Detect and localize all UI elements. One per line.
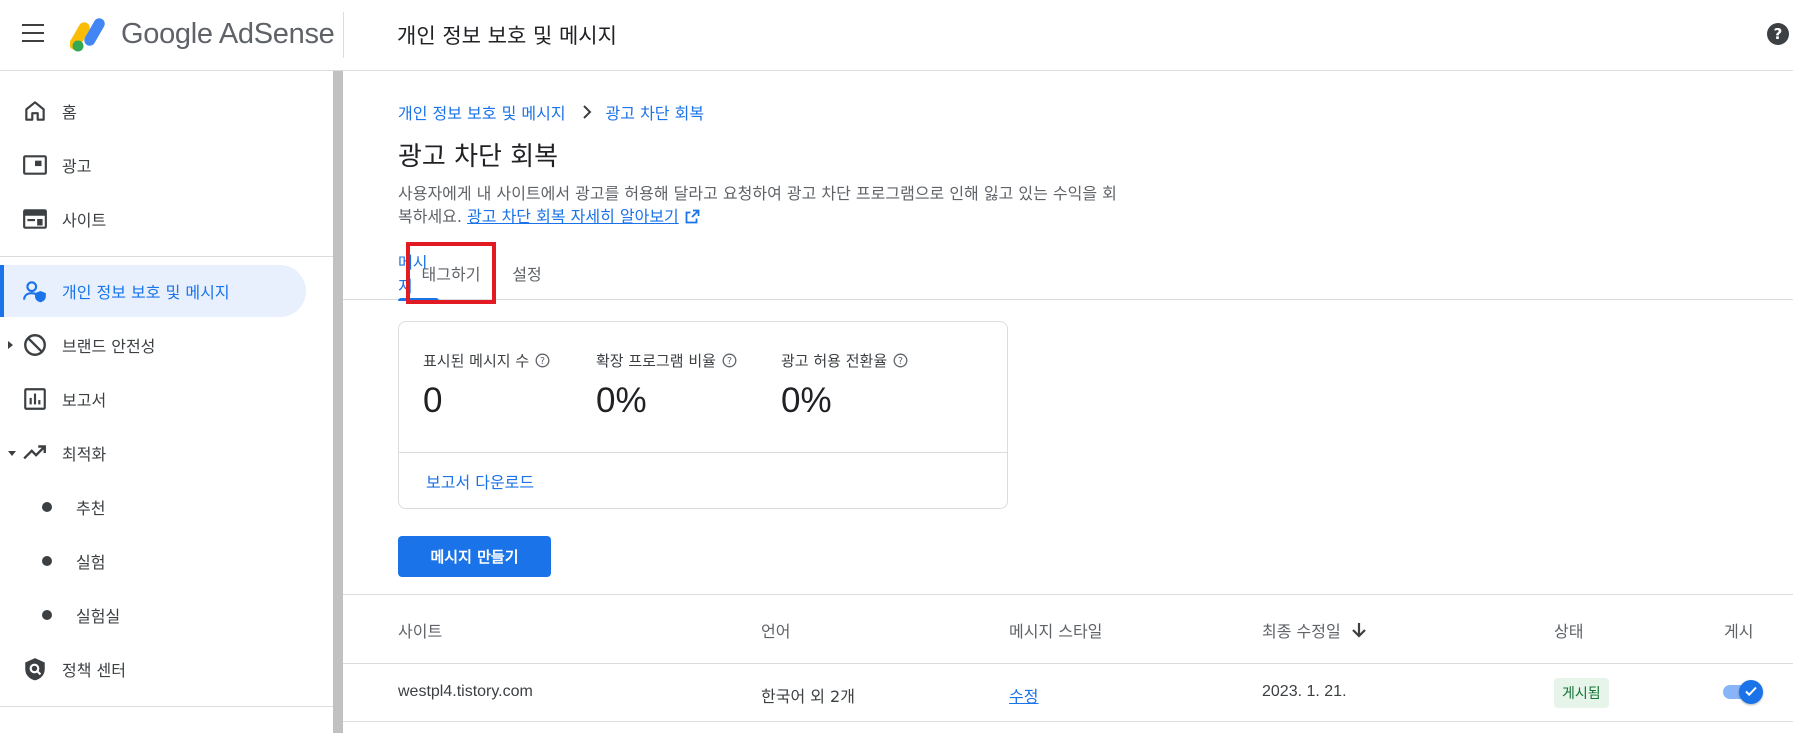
stat-label: 확장 프로그램 비율	[596, 352, 716, 370]
stat-messages-shown: 표시된 메시지 수 ? 0	[423, 350, 550, 421]
sidebar-item-label: 최적화	[62, 445, 107, 464]
cell-last-modified: 2023. 1. 21.	[1262, 683, 1347, 700]
tab-tagging[interactable]: 태그하기	[406, 242, 496, 304]
stat-label: 표시된 메시지 수	[423, 352, 530, 370]
adsense-logo-icon	[70, 18, 105, 52]
sidebar-item-optimization[interactable]: 최적화	[0, 427, 306, 479]
topbar-title: 개인 정보 보호 및 메시지	[397, 24, 617, 48]
help-outline-icon[interactable]: ?	[722, 353, 737, 368]
sidebar: 홈 광고 사이트 개인 정보 보호 및 메시지 브랜드 안전성 보고서 최적화 …	[0, 71, 333, 733]
sidebar-scrollbar-thumb[interactable]	[333, 71, 343, 733]
column-header-last-modified[interactable]: 최종 수정일	[1262, 618, 1369, 642]
breadcrumb-parent-link[interactable]: 개인 정보 보호 및 메시지	[398, 100, 566, 124]
column-header-site[interactable]: 사이트	[398, 618, 442, 642]
sidebar-item-label: 추천	[76, 499, 106, 518]
expand-caret-icon[interactable]	[8, 341, 13, 349]
sidebar-item-label: 사이트	[62, 211, 107, 230]
tab-settings[interactable]: 설정	[504, 246, 550, 300]
top-app-bar: Google AdSense 개인 정보 보호 및 메시지 ?	[0, 0, 1793, 71]
stat-allow-conversion-rate: 광고 허용 전환율 ? 0%	[781, 350, 908, 421]
sidebar-item-policy-center[interactable]: 정책 센터	[0, 643, 306, 695]
create-message-button[interactable]: 메시지 만들기	[398, 536, 551, 577]
trending-up-icon	[23, 445, 46, 460]
cell-message-style: 수정	[1009, 683, 1038, 707]
sidebar-item-label: 실험실	[76, 607, 121, 626]
cell-language: 한국어 외 2개	[761, 687, 855, 706]
breadcrumb: 개인 정보 보호 및 메시지 광고 차단 회복	[398, 100, 704, 124]
sidebar-divider	[0, 706, 333, 707]
column-header-message-style[interactable]: 메시지 스타일	[1009, 618, 1102, 642]
reports-icon	[24, 388, 46, 410]
svg-text:?: ?	[898, 356, 903, 367]
column-header-language[interactable]: 언어	[761, 618, 790, 642]
column-header-status[interactable]: 상태	[1554, 618, 1583, 642]
download-report-link[interactable]: 보고서 다운로드	[426, 469, 534, 493]
sidebar-item-recommendations[interactable]: 추천	[0, 481, 306, 533]
cell-site: westpl4.tistory.com	[398, 683, 533, 700]
brand-name[interactable]: Google AdSense	[121, 18, 335, 51]
help-outline-icon[interactable]: ?	[535, 353, 550, 368]
block-icon	[24, 334, 46, 356]
svg-text:?: ?	[540, 356, 545, 367]
help-icon[interactable]: ?	[1765, 21, 1791, 47]
stat-extension-rate: 확장 프로그램 비율 ? 0%	[596, 350, 737, 421]
sidebar-item-experiments[interactable]: 실험	[0, 535, 306, 587]
sidebar-item-ads[interactable]: 광고	[0, 139, 306, 191]
sites-icon	[23, 209, 47, 229]
sidebar-item-label: 광고	[62, 157, 92, 176]
table-header: 사이트 언어 메시지 스타일 최종 수정일 상태 게시	[343, 594, 1793, 664]
home-icon	[25, 101, 45, 121]
breadcrumb-current-link[interactable]: 광고 차단 회복	[606, 100, 705, 124]
svg-text:?: ?	[727, 356, 732, 367]
help-outline-icon[interactable]: ?	[893, 353, 908, 368]
edit-message-link[interactable]: 수정	[1009, 687, 1038, 706]
page-title: 광고 차단 회복	[398, 142, 559, 172]
sidebar-item-home[interactable]: 홈	[0, 85, 306, 137]
sidebar-item-label: 보고서	[62, 391, 107, 410]
messages-table: 사이트 언어 메시지 스타일 최종 수정일 상태 게시 westpl4.tist…	[343, 594, 1793, 722]
policy-center-icon	[25, 658, 45, 681]
learn-more-link[interactable]: 광고 차단 회복 자세히 알아보기	[467, 207, 679, 226]
column-header-publish[interactable]: 게시	[1724, 618, 1753, 642]
bullet-icon	[42, 502, 52, 512]
table-row[interactable]: westpl4.tistory.com 한국어 외 2개 수정 2023. 1.…	[343, 664, 1793, 722]
sidebar-item-label: 홈	[62, 103, 77, 122]
chevron-right-icon	[582, 105, 591, 119]
bullet-icon	[42, 556, 52, 566]
sidebar-item-privacy-messaging[interactable]: 개인 정보 보호 및 메시지	[0, 265, 306, 317]
check-icon	[1745, 686, 1757, 697]
sidebar-item-sites[interactable]: 사이트	[0, 193, 306, 245]
publish-toggle[interactable]	[1721, 680, 1765, 704]
tab-bar: 메시지 태그하기 설정	[343, 242, 1793, 304]
sidebar-item-reports[interactable]: 보고서	[0, 373, 306, 425]
topbar-divider	[343, 12, 344, 58]
sidebar-item-brand-safety[interactable]: 브랜드 안전성	[0, 319, 306, 371]
sidebar-item-label: 브랜드 안전성	[62, 337, 156, 356]
svg-text:?: ?	[1774, 25, 1783, 43]
bullet-icon	[42, 610, 52, 620]
stat-value: 0%	[781, 381, 832, 420]
main-menu-button[interactable]	[22, 24, 46, 44]
stat-label: 광고 허용 전환율	[781, 352, 888, 370]
stats-card: 표시된 메시지 수 ? 0 확장 프로그램 비율 ? 0% 광고 허용 전환율 …	[398, 321, 1008, 509]
page-description: 사용자에게 내 사이트에서 광고를 허용해 달라고 요청하여 광고 차단 프로그…	[398, 182, 1118, 228]
stat-value: 0	[423, 381, 443, 420]
stat-value: 0%	[596, 381, 647, 420]
collapse-caret-icon[interactable]	[8, 450, 16, 456]
sidebar-item-labs[interactable]: 실험실	[0, 589, 306, 641]
sidebar-item-label: 개인 정보 보호 및 메시지	[62, 283, 230, 302]
status-badge: 게시됨	[1554, 678, 1609, 708]
main-content: 개인 정보 보호 및 메시지 광고 차단 회복 광고 차단 회복 사용자에게 내…	[343, 71, 1793, 733]
column-header-label: 최종 수정일	[1262, 622, 1341, 641]
tab-tagging-label: 태그하기	[421, 265, 481, 284]
arrow-down-icon[interactable]	[1349, 620, 1369, 640]
ads-icon	[23, 155, 47, 175]
sidebar-item-label: 실험	[76, 553, 106, 572]
card-divider	[399, 452, 1007, 453]
open-in-new-icon[interactable]	[685, 209, 700, 224]
sidebar-divider	[0, 256, 333, 257]
privacy-messaging-icon	[23, 281, 46, 303]
sidebar-item-label: 정책 센터	[62, 661, 126, 680]
